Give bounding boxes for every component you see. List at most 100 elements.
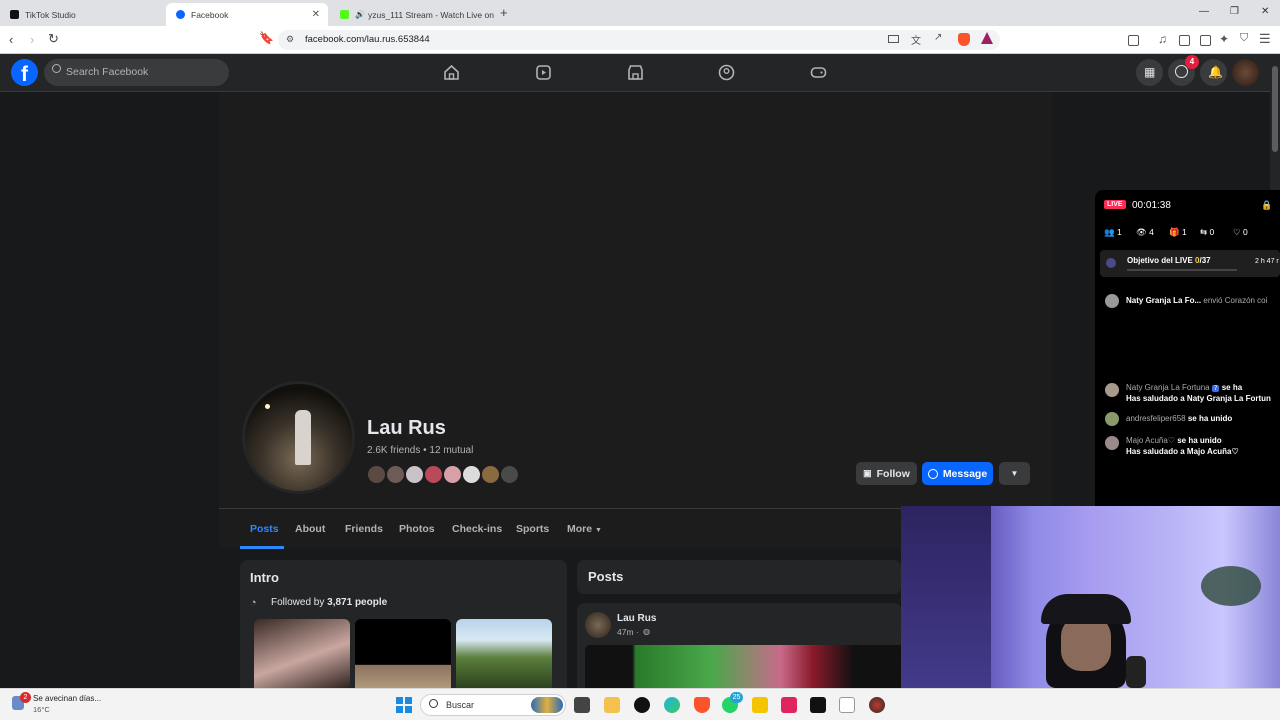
weather-badge: 2 [20, 692, 31, 703]
friends-count[interactable]: 2.6K friends • 12 mutual [367, 445, 473, 456]
mutual-friend-avatar[interactable] [367, 465, 386, 484]
file-explorer-icon[interactable] [604, 697, 620, 713]
capcut-icon[interactable] [810, 697, 826, 713]
tiktok-app-icon[interactable] [634, 697, 650, 713]
restore-button[interactable]: ❐ [1230, 6, 1239, 17]
active-tab-indicator [240, 546, 284, 549]
webcam-plant [1201, 566, 1261, 606]
webcam-microphone [1126, 656, 1146, 688]
goal-icon [1106, 258, 1116, 268]
notes-icon[interactable] [752, 697, 768, 713]
account-avatar[interactable] [1232, 59, 1259, 86]
people-icon: 👥 [1104, 227, 1115, 237]
scrollbar-thumb[interactable] [1272, 66, 1278, 152]
browser-tab-strip: TikTok Studio Facebook ✕ 🔊 yzus_111 Stre… [0, 0, 1280, 26]
minimize-button[interactable]: — [1199, 6, 1209, 17]
close-window-button[interactable]: ✕ [1261, 6, 1269, 17]
forward-icon[interactable]: › [30, 32, 34, 47]
post-author-avatar[interactable] [585, 612, 611, 638]
wallet-icon[interactable] [1200, 35, 1211, 46]
edge-icon[interactable] [664, 697, 680, 713]
cast-icon[interactable] [888, 35, 899, 43]
mutual-friend-avatar[interactable] [481, 465, 500, 484]
media-icon[interactable]: ♫ [1158, 32, 1167, 46]
mutual-friend-avatar[interactable] [424, 465, 443, 484]
tab-facebook[interactable]: Facebook ✕ [166, 3, 328, 26]
streamer-face [1061, 616, 1111, 671]
gaming-icon[interactable] [810, 64, 827, 81]
posts-header-card: Posts [577, 560, 901, 594]
tab-check-ins[interactable]: Check-ins [452, 523, 502, 535]
featured-photo[interactable] [456, 619, 552, 689]
profile-picture[interactable] [242, 381, 355, 494]
featured-photo[interactable] [355, 619, 451, 689]
featured-photo[interactable] [254, 619, 350, 689]
bookmark-icon[interactable]: 🔖 [259, 31, 274, 45]
sparkle-icon[interactable]: ✦ [1219, 32, 1229, 46]
windows-start-icon[interactable] [396, 697, 412, 713]
mutual-friend-avatar[interactable] [462, 465, 481, 484]
gift-text: envió Corazón coi [1203, 296, 1268, 305]
close-tab-icon[interactable]: ✕ [312, 9, 320, 20]
mutual-friend-avatar[interactable] [500, 465, 519, 484]
tab-more[interactable]: More ▼ [567, 523, 602, 535]
new-tab-button[interactable]: + [500, 5, 508, 20]
brave-app-icon[interactable] [694, 697, 710, 713]
mutual-friend-avatar[interactable] [405, 465, 424, 484]
tab-tiktok-studio[interactable]: TikTok Studio [0, 3, 165, 26]
url-field[interactable]: ⚙ facebook.com/lau.rus.653844 文 ↗ [278, 30, 1000, 50]
mutual-friend-avatar[interactable] [443, 465, 462, 484]
gift-user-avatar [1105, 294, 1119, 308]
tab-posts[interactable]: Posts [250, 523, 279, 535]
live-goal-bar[interactable]: Objetivo del LIVE 0/37 2 h 47 r [1100, 250, 1280, 277]
mutual-friend-avatar[interactable] [386, 465, 405, 484]
notifications-button[interactable]: 🔔 [1200, 59, 1227, 86]
profile-name: Lau Rus [367, 417, 446, 439]
gift-message: Naty Granja La Fo... envió Corazón coi [1126, 296, 1280, 305]
facebook-logo[interactable]: f [11, 59, 38, 86]
chat-avatar [1105, 383, 1119, 397]
post-author[interactable]: Lau Rus [617, 613, 656, 624]
task-view-icon[interactable] [574, 697, 590, 713]
followed-by-count[interactable]: 3,871 people [327, 597, 387, 608]
message-button[interactable]: Message [922, 462, 993, 485]
tab-friends[interactable]: Friends [345, 523, 383, 535]
tiktok-studio-icon[interactable] [781, 697, 797, 713]
more-options-button[interactable]: ▼ [999, 462, 1030, 485]
marketplace-icon[interactable] [627, 64, 644, 81]
tab-about[interactable]: About [295, 523, 325, 535]
leo-icon[interactable] [1128, 35, 1139, 46]
posts-title: Posts [588, 569, 624, 584]
obs-icon[interactable] [869, 697, 885, 713]
weather-text[interactable]: Se avecinan días... [33, 694, 101, 703]
lock-icon[interactable]: 🔒 [1261, 200, 1272, 211]
app-icon[interactable] [839, 697, 855, 713]
facebook-search-input[interactable]: Search Facebook [44, 59, 229, 86]
tab-sports[interactable]: Sports [516, 523, 549, 535]
home-icon[interactable] [443, 64, 460, 81]
chat-user: Majo Acuña♡ [1126, 436, 1175, 445]
video-icon[interactable] [535, 64, 552, 81]
tab-kick-stream[interactable]: 🔊 yzus_111 Stream - Watch Live on [330, 3, 495, 26]
gift-user: Naty Granja La Fo... [1126, 296, 1202, 305]
translate-icon[interactable]: 文 [911, 32, 921, 47]
brave-rewards-icon[interactable] [981, 32, 993, 44]
brave-shields-icon[interactable] [958, 33, 970, 46]
chevron-down-icon: ▼ [595, 527, 602, 534]
sidebar-icon[interactable] [1179, 35, 1190, 46]
site-settings-icon[interactable]: ⚙ [286, 34, 294, 45]
menu-grid-button[interactable]: ▦ [1136, 59, 1163, 86]
search-placeholder: Search Facebook [66, 66, 149, 78]
vpn-icon[interactable]: ⛉ [1240, 32, 1248, 45]
post-time[interactable]: 47m · [617, 627, 639, 637]
menu-icon[interactable]: ☰ [1259, 31, 1271, 47]
taskbar-search[interactable]: Buscar [420, 694, 566, 716]
reload-icon[interactable]: ↻ [48, 31, 59, 47]
groups-icon[interactable] [718, 64, 735, 81]
follow-button[interactable]: ▣ Follow [856, 462, 917, 485]
share-icon[interactable]: ↗ [934, 32, 942, 43]
back-icon[interactable]: ‹ [9, 32, 13, 47]
messenger-badge: 4 [1185, 55, 1199, 69]
tab-photos[interactable]: Photos [399, 523, 435, 535]
messenger-button[interactable]: 4 [1168, 55, 1199, 86]
